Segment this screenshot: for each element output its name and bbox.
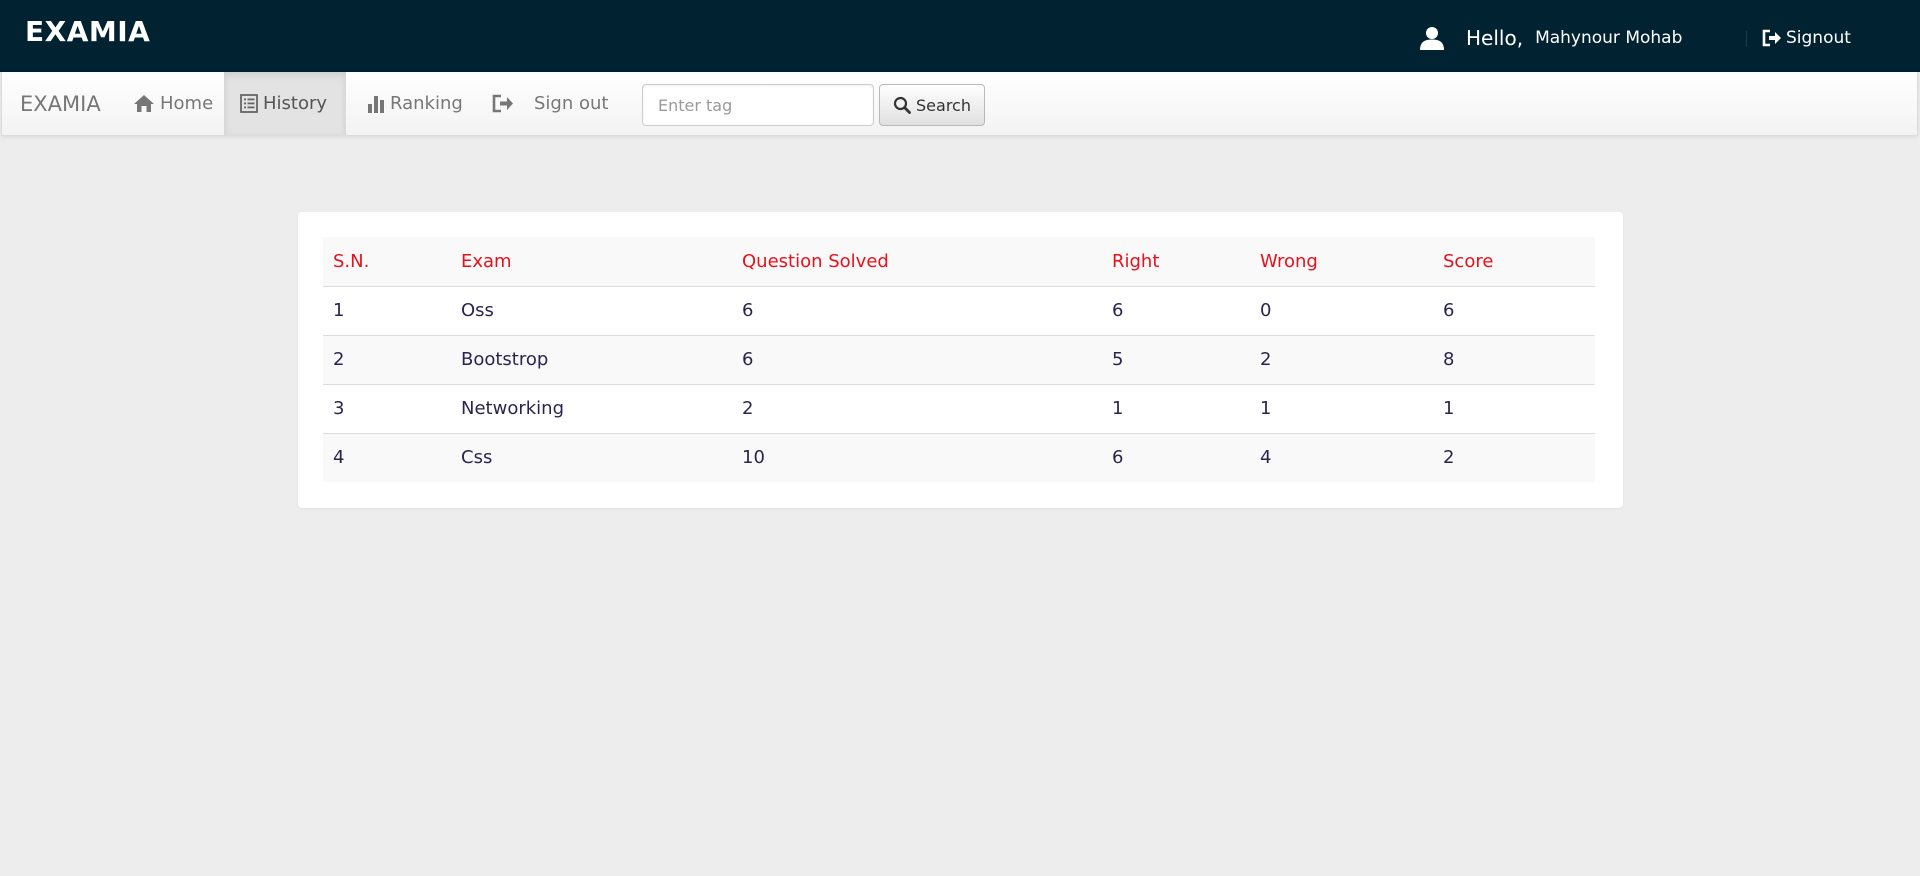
user-name: Mahynour Mohab	[1535, 28, 1683, 48]
cell-score: 8	[1433, 335, 1595, 385]
signout-link[interactable]: Signout	[1762, 28, 1851, 48]
column-header-question-solved: Question Solved	[732, 237, 1102, 287]
history-card: S.N. Exam Question Solved Right Wrong Sc…	[298, 212, 1623, 508]
greeting-text: Hello,	[1466, 26, 1524, 50]
search-button-label: Search	[916, 95, 971, 115]
nav-home-label: Home	[160, 93, 214, 114]
cell-exam: Css	[451, 433, 732, 482]
nav-ranking-label: Ranking	[390, 93, 463, 114]
table-row: 3 Networking 2 1 1 1	[323, 384, 1595, 434]
bar-chart-icon	[368, 95, 384, 113]
search-icon	[893, 96, 911, 114]
tag-search-input[interactable]	[642, 84, 874, 126]
cell-wrong: 0	[1250, 286, 1433, 336]
nav-item-history[interactable]: History	[224, 72, 346, 135]
cell-question-solved: 2	[732, 384, 1102, 434]
search-button[interactable]: Search	[879, 84, 985, 126]
cell-wrong: 2	[1250, 335, 1433, 385]
column-header-score: Score	[1433, 237, 1595, 287]
column-header-exam: Exam	[451, 237, 732, 287]
cell-right: 5	[1102, 335, 1250, 385]
column-header-sn: S.N.	[323, 237, 451, 287]
main-navbar: EXAMIA Home History Ranking Sign out Ent…	[1, 72, 1918, 136]
cell-sn: 1	[323, 286, 451, 336]
table-row: 2 Bootstrop 6 5 2 8	[323, 335, 1595, 385]
cell-right: 6	[1102, 286, 1250, 336]
cell-sn: 2	[323, 335, 451, 385]
table-header-row: S.N. Exam Question Solved Right Wrong Sc…	[323, 237, 1595, 287]
table-row: 1 Oss 6 6 0 6	[323, 286, 1595, 336]
header-divider	[1746, 31, 1747, 47]
cell-exam: Networking	[451, 384, 732, 434]
nav-history-label: History	[263, 93, 328, 114]
column-header-right: Right	[1102, 237, 1250, 287]
table-row: 4 Css 10 6 4 2	[323, 433, 1595, 482]
top-header: EXAMIA Hello, Mahynour Mohab Signout	[0, 0, 1920, 72]
signout-label: Signout	[1786, 28, 1851, 48]
log-out-icon	[1762, 29, 1781, 47]
cell-sn: 4	[323, 433, 451, 482]
home-icon	[134, 95, 154, 112]
cell-score: 1	[1433, 384, 1595, 434]
cell-sn: 3	[323, 384, 451, 434]
history-table: S.N. Exam Question Solved Right Wrong Sc…	[323, 237, 1595, 482]
cell-question-solved: 6	[732, 286, 1102, 336]
cell-question-solved: 6	[732, 335, 1102, 385]
nav-signout-label: Sign out	[534, 93, 609, 114]
cell-score: 6	[1433, 286, 1595, 336]
navbar-brand[interactable]: EXAMIA	[20, 94, 101, 115]
cell-question-solved: 10	[732, 433, 1102, 482]
list-icon	[240, 94, 258, 113]
cell-exam: Bootstrop	[451, 335, 732, 385]
log-out-icon	[492, 94, 513, 113]
user-icon	[1420, 26, 1444, 50]
nav-item-ranking[interactable]: Ranking	[351, 72, 479, 135]
nav-item-signout[interactable]: Sign out	[476, 72, 624, 135]
cell-exam: Oss	[451, 286, 732, 336]
cell-wrong: 1	[1250, 384, 1433, 434]
nav-item-home[interactable]: Home	[117, 72, 229, 135]
cell-right: 6	[1102, 433, 1250, 482]
cell-score: 2	[1433, 433, 1595, 482]
user-greeting: Hello, Mahynour Mohab	[1420, 23, 1682, 53]
brand-logo[interactable]: EXAMIA	[25, 18, 150, 46]
cell-right: 1	[1102, 384, 1250, 434]
column-header-wrong: Wrong	[1250, 237, 1433, 287]
cell-wrong: 4	[1250, 433, 1433, 482]
